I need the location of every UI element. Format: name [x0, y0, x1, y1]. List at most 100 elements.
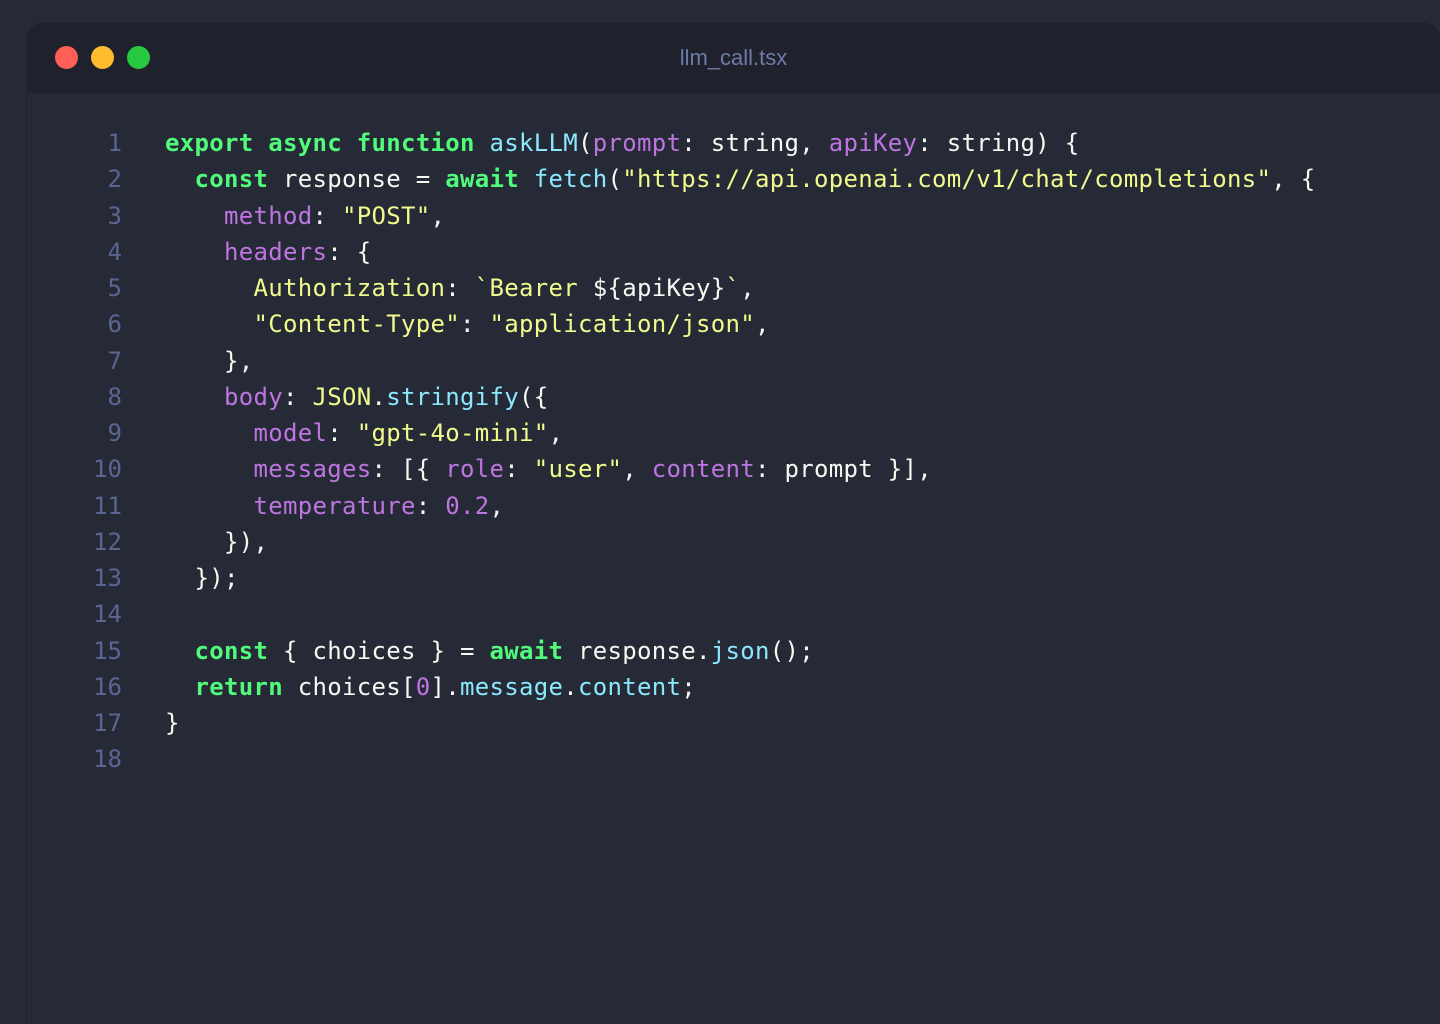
code-token: const — [194, 636, 269, 665]
code-text: method: "POST", — [165, 202, 445, 230]
code-token: "POST" — [342, 201, 431, 230]
code-token: choices[ — [283, 672, 416, 701]
code-token: . — [371, 382, 387, 411]
code-line: 1 export async function askLLM(prompt: st… — [27, 125, 1440, 161]
line-number: 13 — [93, 564, 122, 593]
code-token: await — [445, 165, 519, 194]
code-token: : { — [327, 237, 372, 266]
code-line: 11 temperature: 0.2, — [27, 488, 1440, 524]
code-text: headers: { — [165, 238, 372, 266]
code-token: content — [651, 455, 755, 484]
code-token: content — [578, 672, 682, 701]
code-token: stringify — [386, 382, 519, 411]
code-token: response = — [268, 165, 446, 194]
code-token: prompt — [592, 129, 682, 158]
code-token: ` — [725, 274, 741, 303]
code-token: "https://api.openai.com/v1/chat/completi… — [622, 165, 1272, 194]
code-line: 9 model: "gpt-4o-mini", — [27, 415, 1440, 451]
code-token: : string, — [681, 129, 829, 158]
code-token: : — [283, 382, 313, 411]
code-token: body — [224, 382, 283, 411]
line-number: 9 — [107, 419, 122, 448]
code-token: : string) { — [917, 129, 1080, 158]
code-token: await — [489, 636, 564, 665]
code-token: Authorization — [253, 274, 446, 303]
code-token: (); — [769, 636, 814, 665]
code-token: method — [224, 201, 313, 230]
code-line: 12 }), — [27, 524, 1440, 560]
code-line: 10 messages: [{ role: "user", content: p… — [27, 451, 1440, 487]
line-number: 10 — [93, 455, 122, 484]
code-token: message — [460, 672, 564, 701]
code-token: : [{ — [371, 455, 446, 484]
code-text: return choices[0].message.content; — [165, 673, 696, 701]
code-token: 0 — [415, 672, 431, 701]
code-line: 18 — [27, 741, 1440, 777]
code-token: 0.2 — [445, 491, 490, 520]
code-token: , — [548, 419, 564, 448]
code-token: const — [194, 165, 269, 194]
code-line: 8 body: JSON.stringify({ — [27, 379, 1440, 415]
code-token: : — [327, 419, 357, 448]
line-number: 7 — [107, 346, 122, 375]
code-line: 6 "Content-Type": "application/json", — [27, 306, 1440, 342]
code-token: role — [445, 455, 505, 484]
code-text: model: "gpt-4o-mini", — [165, 419, 563, 447]
code-line: 14 — [27, 596, 1440, 632]
code-token: json — [710, 636, 770, 665]
line-number: 14 — [93, 600, 122, 629]
code-editor[interactable]: 1 export async function askLLM(prompt: st… — [27, 93, 1440, 778]
code-token: temperature — [253, 491, 416, 520]
code-text: }), — [165, 528, 268, 556]
code-text: export async function askLLM(prompt: str… — [165, 129, 1079, 157]
code-line: 3 method: "POST", — [27, 198, 1440, 234]
line-number: 2 — [107, 165, 122, 194]
code-token: }), — [165, 527, 269, 556]
code-token: ( — [607, 165, 623, 194]
code-token: : — [445, 274, 475, 303]
code-token: return — [194, 672, 283, 701]
code-line: 17} — [27, 705, 1440, 741]
code-text: messages: [{ role: "user", content: prom… — [165, 455, 932, 483]
line-number: 4 — [107, 237, 122, 266]
code-text: "Content-Type": "application/json", — [165, 310, 770, 338]
code-token: ({ — [519, 382, 549, 411]
code-text: const { choices } = await response.json(… — [165, 637, 814, 665]
code-text: temperature: 0.2, — [165, 492, 504, 520]
code-token: export async function — [165, 129, 475, 158]
code-token: } — [165, 709, 180, 738]
line-number: 3 — [107, 201, 122, 230]
code-token: : prompt }], — [755, 455, 932, 484]
line-number: 11 — [93, 491, 122, 520]
code-token: , — [755, 310, 770, 339]
window-title: llm_call.tsx — [679, 45, 788, 70]
code-text: }, — [165, 347, 254, 375]
line-number: 15 — [93, 636, 122, 665]
code-token: ${apiKey} — [592, 274, 726, 303]
code-token: ; — [681, 672, 696, 701]
code-token: apiKey — [828, 129, 918, 158]
code-token: : — [312, 201, 342, 230]
code-token: . — [563, 672, 578, 701]
code-token: , — [622, 455, 652, 484]
code-token: }); — [165, 564, 239, 593]
code-line: 16 return choices[0].message.content; — [27, 669, 1440, 705]
code-token: "user" — [533, 455, 623, 484]
line-number: 17 — [93, 709, 122, 738]
code-token: "gpt-4o-mini" — [356, 419, 549, 448]
line-number: 8 — [107, 382, 122, 411]
line-number: 18 — [93, 745, 122, 774]
code-token: headers — [224, 237, 328, 266]
code-token: `Bearer — [474, 274, 593, 303]
code-token: response. — [563, 636, 711, 665]
